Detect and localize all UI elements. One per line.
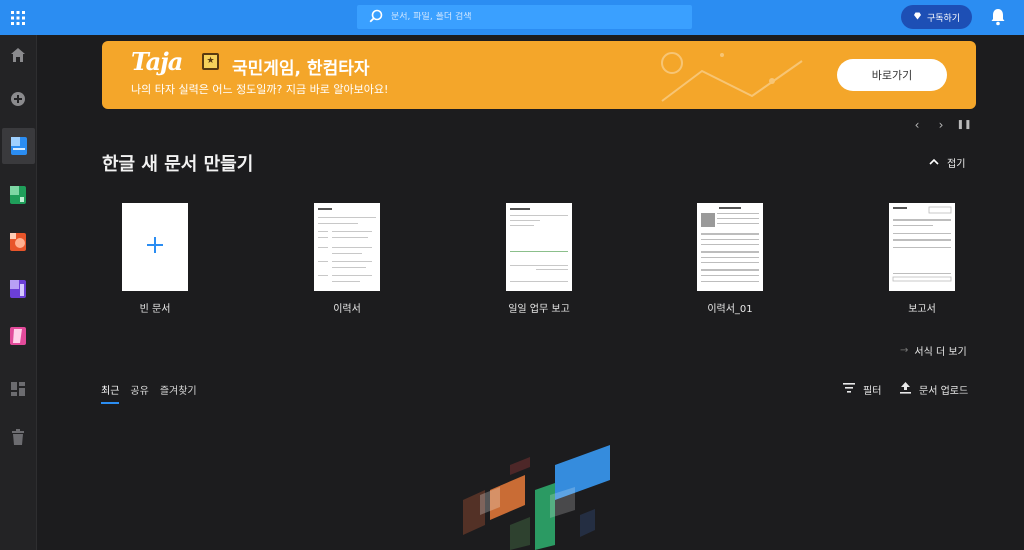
upload-label: 문서 업로드	[919, 386, 969, 397]
template-resume-01[interactable]	[697, 203, 763, 291]
arrow-right-icon: →	[900, 345, 909, 356]
empty-state-illustration	[463, 445, 610, 550]
filter-icon	[843, 383, 855, 396]
hshow-app-icon[interactable]	[4, 228, 32, 256]
template-thumbnail	[314, 203, 380, 291]
banner-decoration	[661, 52, 803, 102]
template-label: 이력서_01	[707, 304, 753, 315]
template-thumbnail	[506, 203, 572, 291]
hcell-app-icon[interactable]	[4, 181, 32, 209]
collapse-label: 접기	[947, 159, 966, 170]
template-thumbnail	[889, 203, 955, 291]
app-grid-icon[interactable]	[10, 10, 26, 26]
tab-shared[interactable]: 공유	[130, 382, 148, 404]
template-daily-report[interactable]	[506, 203, 572, 291]
search-bar[interactable]	[357, 5, 692, 29]
banner-title: 국민게임, 한컴타자	[232, 59, 370, 79]
template-label: 일일 업무 보고	[508, 304, 570, 315]
search-input[interactable]	[391, 12, 681, 22]
banner-subtitle: 나의 타자 실력은 어느 정도일까? 지금 바로 알아보아요!	[131, 83, 389, 96]
diamond-icon	[913, 12, 922, 23]
tab-recent[interactable]: 최근	[101, 382, 120, 404]
promo-banner[interactable]: Taja ★ 국민게임, 한컴타자 나의 타자 실력은 어느 정도일까? 지금 …	[102, 41, 976, 109]
taja-logo: Taja	[131, 47, 183, 76]
pause-icon[interactable]: ❚❚	[956, 118, 971, 132]
subscribe-button[interactable]: 구독하기	[901, 5, 972, 29]
chevron-up-icon	[929, 157, 939, 168]
subscribe-label: 구독하기	[926, 13, 961, 24]
bell-icon[interactable]	[990, 8, 1006, 26]
template-thumbnail	[122, 203, 188, 291]
dashboard-icon[interactable]	[4, 375, 32, 403]
template-report[interactable]	[889, 203, 955, 291]
trash-icon[interactable]	[4, 423, 32, 451]
chevron-left-icon[interactable]: ‹	[911, 118, 923, 132]
template-resume[interactable]	[314, 203, 380, 291]
go-button[interactable]: 바로가기	[837, 59, 947, 91]
template-blank[interactable]	[122, 203, 188, 291]
search-icon	[369, 8, 383, 27]
trophy-icon: ★	[202, 53, 219, 70]
collapse-button[interactable]: 접기	[929, 155, 965, 170]
hpdf-app-icon[interactable]	[4, 322, 32, 350]
more-templates-label: 서식 더 보기	[914, 347, 967, 358]
hword-app-icon[interactable]	[4, 275, 32, 303]
upload-icon	[900, 382, 911, 397]
top-bar: 구독하기	[0, 0, 1024, 35]
template-thumbnail	[697, 203, 763, 291]
template-label: 빈 문서	[139, 304, 171, 315]
filter-label: 필터	[863, 386, 882, 397]
sidebar	[0, 35, 37, 550]
add-circle-icon[interactable]	[4, 85, 32, 113]
upload-button[interactable]: 문서 업로드	[900, 382, 968, 397]
home-icon[interactable]	[4, 41, 32, 69]
hwp-app-icon[interactable]	[2, 128, 35, 164]
template-label: 보고서	[908, 304, 936, 315]
chevron-right-icon[interactable]: ›	[935, 118, 947, 132]
section-title: 한글 새 문서 만들기	[102, 154, 254, 175]
filter-button[interactable]: 필터	[843, 382, 881, 397]
doc-tabs: 최근 공유 즐겨찾기	[101, 382, 197, 404]
tab-favorites[interactable]: 즐겨찾기	[160, 382, 197, 404]
more-templates-link[interactable]: → 서식 더 보기	[900, 343, 967, 358]
plus-icon	[146, 236, 164, 258]
template-label: 이력서	[333, 304, 361, 315]
